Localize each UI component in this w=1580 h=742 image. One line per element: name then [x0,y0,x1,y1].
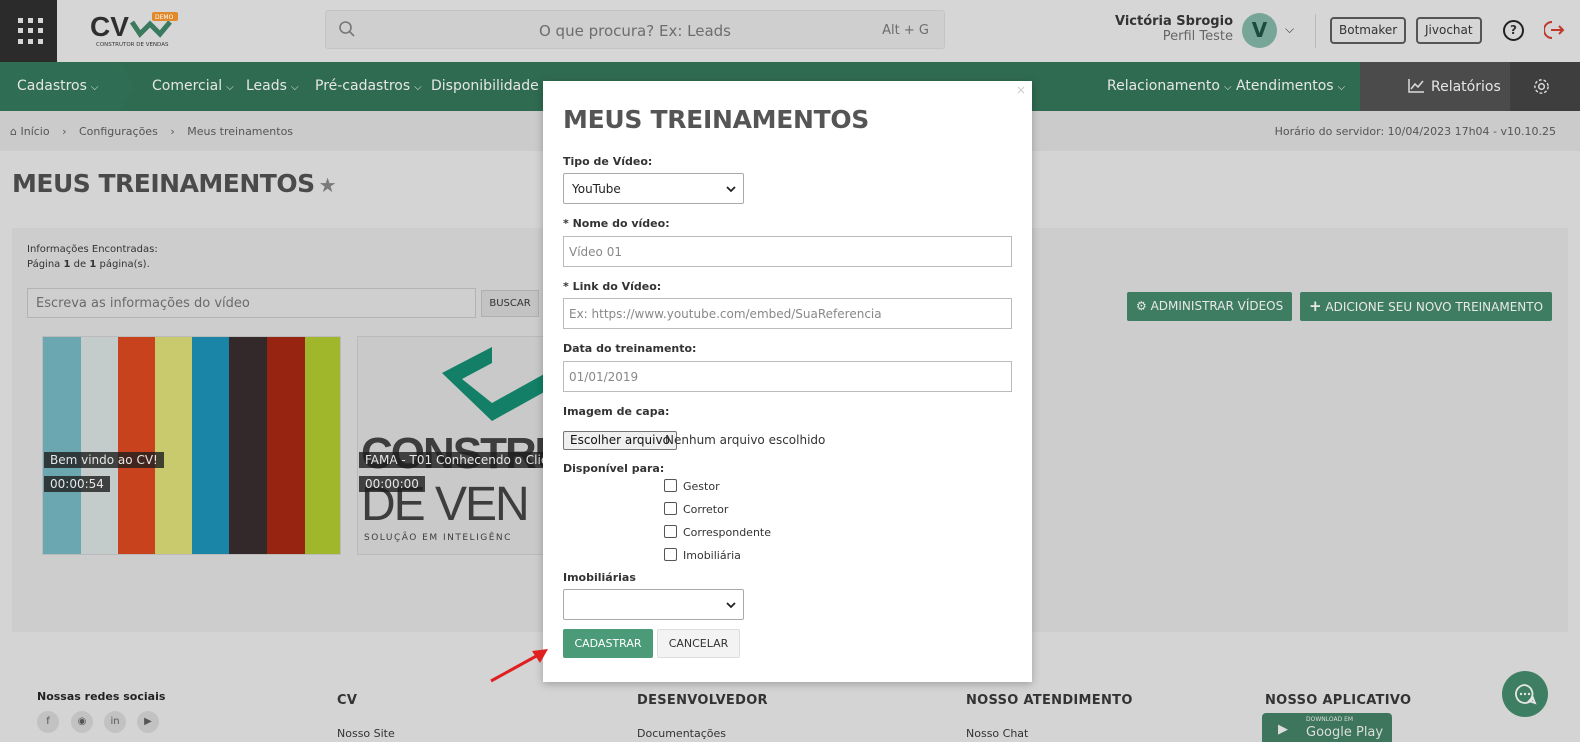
star-icon[interactable]: ★ [319,173,337,197]
chart-line-icon [1408,79,1424,93]
pagination-info: Página 1 de 1 página(s). [27,259,150,270]
video-search-input[interactable]: Escreva as informações do vídeo [27,288,476,318]
video-name-input[interactable]: Vídeo 01 [563,236,1012,267]
footer-app-title: NOSSO APLICATIVO [1265,693,1412,708]
svg-text:CV: CV [90,11,129,42]
video-duration: 00:00:54 [44,476,110,492]
user-name: Victória Sbrogio [1114,14,1233,29]
training-modal: × MEUS TREINAMENTOS Tipo de Vídeo: YouTu… [543,81,1032,682]
breadcrumb-configuracoes[interactable]: Configurações [79,125,158,138]
training-date-label: Data do treinamento: [563,342,697,355]
gear-icon: ⚙ [1136,299,1147,313]
instagram-icon[interactable]: ◉ [71,711,93,733]
nav-leads[interactable]: Leads ⌵ [246,78,299,94]
video-type-select[interactable]: YouTube [563,173,744,204]
search-button[interactable]: BUSCAR [481,290,539,317]
avatar[interactable]: V [1242,13,1277,48]
user-info[interactable]: Victória Sbrogio Perfil Teste [1115,14,1233,44]
breadcrumb-separator: › [170,125,175,138]
video-name-label: * Nome do vídeo: [563,217,670,230]
checkbox-imobiliaria[interactable]: Imobiliária [664,548,741,562]
video-card[interactable]: Bem vindo ao CV! 00:00:54 [42,336,341,555]
nav-relacionamento[interactable]: Relacionamento ⌵ [1107,78,1232,94]
video-duration: 00:00:00 [359,476,425,492]
top-header: CV DEMO CONSTRUTOR DE VENDAS O que procu… [0,0,1580,62]
jivochat-button[interactable]: Jivochat [1416,17,1482,44]
nav-pre-cadastros[interactable]: Pré-cadastros ⌵ [315,78,422,94]
footer-cv-title: CV [337,693,358,708]
video-title: FAMA - T01 Conhecendo o Cliente [359,452,546,468]
server-time: Horário do servidor: 10/04/2023 17h04 - … [1274,125,1556,138]
chevron-down-icon[interactable]: ⌵ [1285,22,1294,37]
annotation-arrow-icon [490,649,548,683]
user-profile: Perfil Teste [1162,29,1233,44]
facebook-icon[interactable]: f [37,711,59,733]
breadcrumb-current: Meus treinamentos [187,125,294,138]
home-icon: ⌂ [10,125,17,138]
chevron-down-icon [726,602,736,609]
chevron-down-icon [726,186,736,193]
checkbox-corretor[interactable]: Corretor [664,502,728,516]
available-for-label: Disponível para: [563,462,665,475]
checkbox-correspondente[interactable]: Correspondente [664,525,771,539]
real-estate-select[interactable] [563,589,744,620]
footer-social-title: Nossas redes sociais [37,690,166,703]
logout-icon[interactable] [1544,19,1566,41]
training-date-input[interactable]: 01/01/2019 [563,361,1012,392]
submit-button[interactable]: CADASTRAR [563,629,653,658]
logo[interactable]: CV DEMO CONSTRUTOR DE VENDAS [88,10,188,50]
footer-dev-title: DESENVOLVEDOR [637,693,768,708]
breadcrumb-home[interactable]: Início [20,125,49,138]
modal-title: MEUS TREINAMENTOS [563,105,870,134]
video-type-label: Tipo de Vídeo: [563,155,653,168]
choose-file-button[interactable]: Escolher arquivo [563,431,677,450]
nav-cadastros[interactable]: Cadastros ⌵ [17,78,99,94]
plus-icon: + [1309,297,1322,315]
manage-videos-button[interactable]: ⚙ ADMINISTRAR VÍDEOS [1127,292,1293,321]
footer-link-site[interactable]: Nosso Site [337,727,395,740]
header-divider [1315,14,1316,48]
logo-badge: DEMO [155,14,174,21]
chat-bubble-icon[interactable] [1502,671,1548,717]
footer-link-docs[interactable]: Documentações [637,727,726,740]
breadcrumb-separator: › [62,125,67,138]
footer-link-chat[interactable]: Nosso Chat [966,727,1028,740]
cover-image-label: Imagem de capa: [563,405,670,418]
video-card[interactable]: CONSTRU DE VEN SOLUÇÃO EM INTELIGÊNC FAM… [357,336,547,555]
thumbnail-text: SOLUÇÃO EM INTELIGÊNC [364,533,512,543]
video-link-input[interactable]: Ex: https://www.youtube.com/embed/SuaRef… [563,298,1012,329]
apps-grid-icon[interactable] [0,0,57,62]
botmaker-button[interactable]: Botmaker [1330,17,1407,44]
play-icon: ▶ [1278,722,1288,737]
close-icon[interactable]: × [1016,83,1026,97]
global-search[interactable]: O que procura? Ex: Leads Alt + G [325,10,945,49]
nav-atendimentos[interactable]: Atendimentos ⌵ [1236,78,1345,94]
search-shortcut: Alt + G [882,23,929,38]
cancel-button[interactable]: CANCELAR [657,629,740,658]
video-link-label: * Link do Vídeo: [563,280,662,293]
add-training-button[interactable]: + ADICIONE SEU NOVO TREINAMENTO [1300,292,1553,321]
footer-support-title: NOSSO ATENDIMENTO [966,693,1133,708]
video-title: Bem vindo ao CV! [44,452,164,468]
google-play-badge[interactable]: ▶ DOWNLOAD EM Google Play [1262,713,1392,742]
video-thumbnail-logo [442,347,546,421]
file-status: Nenhum arquivo escolhido [665,433,826,447]
nav-disponibilidade[interactable]: Disponibilidade⌵ [431,78,550,94]
youtube-icon[interactable]: ▶ [137,711,159,733]
search-placeholder: O que procura? Ex: Leads [538,22,731,40]
info-found-label: Informações Encontradas: [27,244,158,255]
help-icon[interactable]: ? [1503,20,1524,41]
real-estate-label: Imobiliárias [563,571,636,584]
logo-subtitle: CONSTRUTOR DE VENDAS [96,42,169,48]
linkedin-icon[interactable]: in [104,711,126,733]
nav-relatorios[interactable]: Relatórios [1408,78,1501,95]
page-title: MEUS TREINAMENTOS ★ [12,169,337,198]
checkbox-gestor[interactable]: Gestor [664,479,720,493]
nav-comercial[interactable]: Comercial ⌵ [152,78,234,94]
gear-icon[interactable] [1532,77,1551,96]
